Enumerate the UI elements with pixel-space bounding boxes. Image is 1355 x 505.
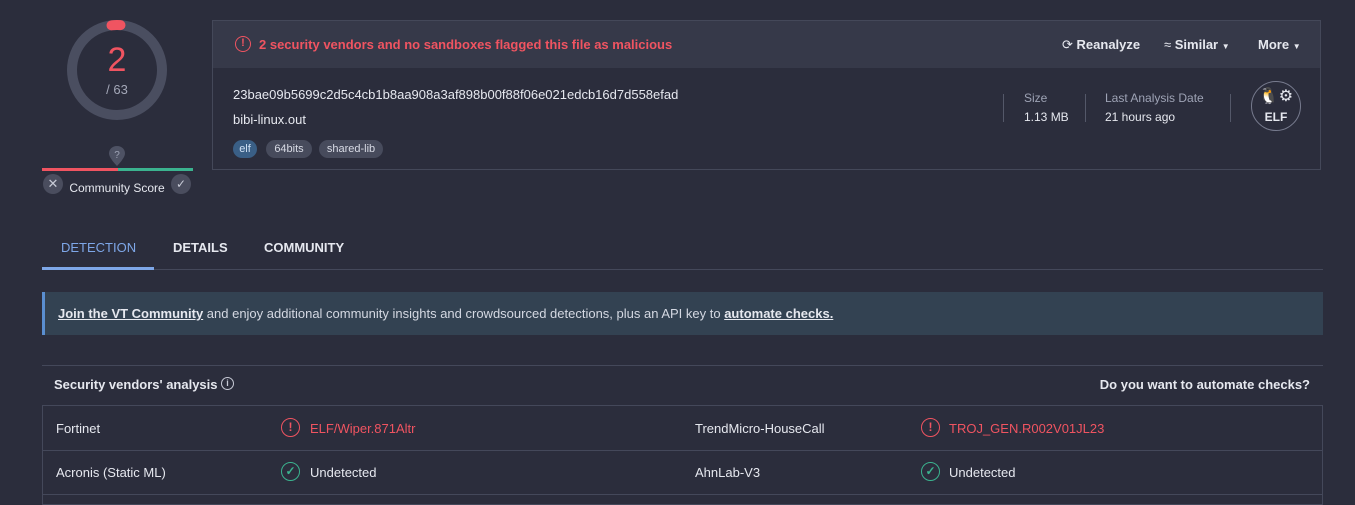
last-analysis-label: Last Analysis Date [1105, 91, 1204, 105]
reanalyze-button[interactable]: ⟳ Reanalyze [1062, 37, 1140, 53]
tag-shared-lib[interactable]: shared-lib [319, 140, 383, 158]
check-circle-icon: ✓ [281, 462, 300, 481]
file-summary-card: ! 2 security vendors and no sandboxes fl… [212, 20, 1321, 170]
detection-alert-text: 2 security vendors and no sandboxes flag… [259, 37, 673, 52]
community-score-label: Community Score [69, 181, 165, 195]
info-icon[interactable]: i [221, 377, 234, 390]
chevron-down-icon: ▼ [1292, 42, 1301, 51]
last-analysis-value: 21 hours ago [1105, 110, 1176, 124]
similar-button[interactable]: ≈ Similar ▼ [1164, 37, 1230, 52]
tag-elf[interactable]: elf [233, 140, 257, 158]
vendor-name: AhnLab-V3 [695, 465, 761, 480]
alert-circle-icon: ! [235, 36, 251, 52]
vendors-table: Fortinet ! ELF/Wiper.871Altr TrendMicro-… [42, 405, 1323, 505]
vendor-result: TROJ_GEN.R002V01JL23 [949, 421, 1105, 436]
tab-detection[interactable]: DETECTION [61, 240, 136, 255]
similar-icon: ≈ [1164, 37, 1172, 52]
automate-checks-prompt[interactable]: Do you want to automate checks? [1100, 377, 1310, 392]
tag-64bits[interactable]: 64bits [266, 140, 312, 158]
detection-alert-header: ! 2 security vendors and no sandboxes fl… [213, 21, 1320, 68]
join-community-link[interactable]: Join the VT Community [58, 306, 203, 321]
check-circle-icon: ✓ [921, 462, 940, 481]
banner-text: Join the VT Community and enjoy addition… [58, 306, 834, 321]
vendor-name: TrendMicro-HouseCall [695, 421, 825, 436]
community-score-bar [42, 168, 193, 171]
vendor-result: ELF/Wiper.871Altr [310, 421, 416, 436]
tab-details[interactable]: DETAILS [173, 240, 228, 255]
vendor-result: Undetected [949, 465, 1016, 480]
alert-circle-icon: ! [281, 418, 300, 437]
more-button[interactable]: More ▼ [1258, 37, 1301, 52]
size-label: Size [1024, 91, 1048, 105]
file-type-label: ELF [1264, 110, 1288, 124]
file-hash[interactable]: 23bae09b5699c2d5c4cb1b8aa908a3af898b00f8… [233, 87, 678, 102]
active-tab-indicator [42, 267, 154, 270]
chevron-down-icon: ▼ [1221, 42, 1230, 51]
automate-checks-link[interactable]: automate checks. [724, 306, 833, 321]
vendors-analysis-header: Security vendors' analysis i Do you want… [42, 365, 1323, 399]
vendor-name: Acronis (Static ML) [56, 465, 166, 480]
vendor-name: Fortinet [56, 421, 101, 436]
vendor-result: Undetected [310, 465, 377, 480]
vote-harmless-icon[interactable]: ✓ [171, 174, 191, 194]
total-engines: / 63 [106, 82, 128, 97]
vote-malicious-icon[interactable]: ✕ [43, 174, 63, 194]
file-type-badge: 🐧⚙ ELF [1251, 81, 1301, 131]
vendors-analysis-title: Security vendors' analysis [54, 377, 218, 392]
table-row: Acronis (Static ML) ✓ Undetected AhnLab-… [43, 450, 1322, 495]
community-banner: Join the VT Community and enjoy addition… [42, 292, 1323, 335]
tab-community[interactable]: COMMUNITY [264, 240, 344, 255]
tabs-divider [42, 269, 1323, 270]
detection-score-ring: 2 / 63 [66, 19, 168, 121]
linux-tux-icon: 🐧⚙ [1258, 88, 1294, 105]
file-name: bibi-linux.out [233, 112, 306, 127]
svg-text:?: ? [114, 150, 120, 161]
size-value: 1.13 MB [1024, 110, 1069, 124]
alert-circle-icon: ! [921, 418, 940, 437]
detections-count: 2 [107, 41, 127, 79]
table-row: Fortinet ! ELF/Wiper.871Altr TrendMicro-… [43, 406, 1322, 451]
refresh-icon: ⟳ [1062, 37, 1073, 52]
